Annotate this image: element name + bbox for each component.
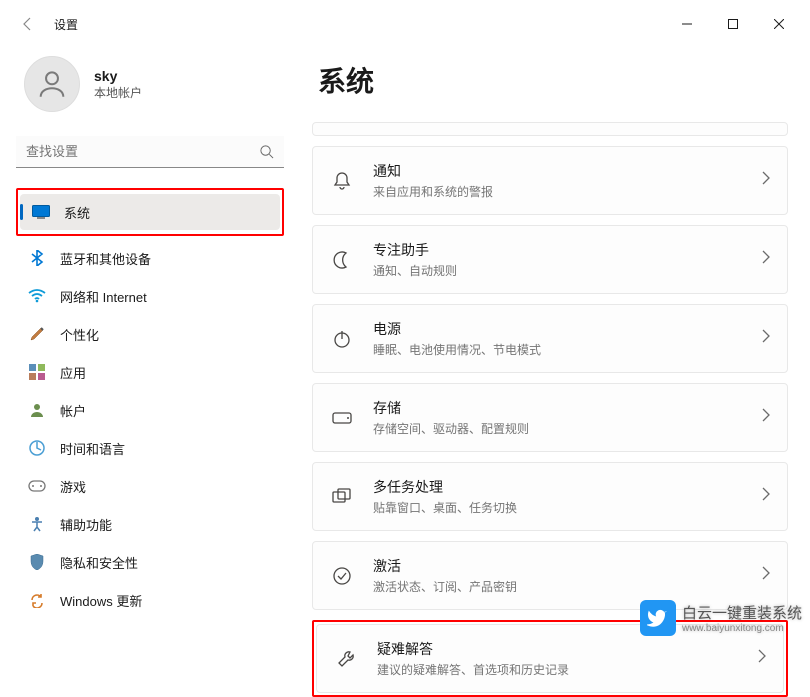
bluetooth-icon — [28, 249, 46, 267]
sidebar-item-label: 个性化 — [60, 325, 99, 344]
sidebar-item-privacy[interactable]: 隐私和安全性 — [16, 544, 284, 580]
close-button[interactable] — [756, 8, 802, 40]
sidebar-item-label: Windows 更新 — [60, 591, 142, 610]
sidebar-item-network[interactable]: 网络和 Internet — [16, 278, 284, 314]
sidebar-item-label: 帐户 — [60, 401, 86, 420]
sidebar-item-label: 时间和语言 — [60, 439, 125, 458]
chevron-right-icon — [761, 171, 771, 190]
update-icon — [28, 591, 46, 609]
wrench-icon — [333, 646, 359, 672]
sidebar-item-personalization[interactable]: 个性化 — [16, 316, 284, 352]
card-title: 存储 — [373, 398, 761, 418]
sidebar-item-time-language[interactable]: 时间和语言 — [16, 430, 284, 466]
search-icon — [259, 144, 274, 164]
avatar — [24, 56, 80, 112]
gamepad-icon — [28, 477, 46, 495]
card-title: 激活 — [373, 556, 761, 576]
sidebar-item-label: 系统 — [64, 203, 90, 222]
chevron-right-icon — [761, 250, 771, 269]
card-subtitle: 存储空间、驱动器、配置规则 — [373, 420, 761, 437]
card-subtitle: 贴靠窗口、桌面、任务切换 — [373, 499, 761, 516]
card-subtitle: 建议的疑难解答、首选项和历史记录 — [377, 661, 757, 678]
watermark-text: 白云一键重装系统 — [682, 602, 802, 623]
page-title: 系统 — [318, 60, 788, 100]
chevron-right-icon — [761, 329, 771, 348]
drive-icon — [329, 405, 355, 431]
window-title: 设置 — [54, 16, 78, 33]
person-icon — [28, 401, 46, 419]
power-icon — [329, 326, 355, 352]
sidebar-item-label: 应用 — [60, 363, 86, 382]
sidebar-item-windows-update[interactable]: Windows 更新 — [16, 582, 284, 618]
sidebar-item-label: 蓝牙和其他设备 — [60, 249, 151, 268]
shield-icon — [28, 553, 46, 571]
accessibility-icon — [28, 515, 46, 533]
brush-icon — [28, 325, 46, 343]
sidebar-item-system[interactable]: 系统 — [20, 194, 280, 230]
minimize-button[interactable] — [664, 8, 710, 40]
apps-icon — [28, 363, 46, 381]
sidebar-item-bluetooth[interactable]: 蓝牙和其他设备 — [16, 240, 284, 276]
back-button[interactable] — [8, 4, 48, 44]
card-title: 专注助手 — [373, 240, 761, 260]
sidebar-item-label: 隐私和安全性 — [60, 553, 138, 572]
card-title: 多任务处理 — [373, 477, 761, 497]
user-type: 本地帐户 — [94, 84, 142, 101]
watermark: 白云一键重装系统 www.baiyunxitong.com — [632, 596, 810, 640]
card-subtitle: 睡眠、电池使用情况、节电模式 — [373, 341, 761, 358]
wifi-icon — [28, 287, 46, 305]
sidebar-item-label: 辅助功能 — [60, 515, 112, 534]
card-partial[interactable] — [312, 122, 788, 136]
chevron-right-icon — [761, 566, 771, 585]
windows-icon — [329, 484, 355, 510]
sidebar-item-label: 游戏 — [60, 477, 86, 496]
user-block[interactable]: sky 本地帐户 — [16, 48, 284, 132]
globe-clock-icon — [28, 439, 46, 457]
card-power[interactable]: 电源 睡眠、电池使用情况、节电模式 — [312, 304, 788, 373]
bird-icon — [640, 600, 676, 636]
card-focus-assist[interactable]: 专注助手 通知、自动规则 — [312, 225, 788, 294]
sidebar-item-accessibility[interactable]: 辅助功能 — [16, 506, 284, 542]
maximize-button[interactable] — [710, 8, 756, 40]
sidebar-item-accounts[interactable]: 帐户 — [16, 392, 284, 428]
card-notifications[interactable]: 通知 来自应用和系统的警报 — [312, 146, 788, 215]
card-subtitle: 激活状态、订阅、产品密钥 — [373, 578, 761, 595]
bell-icon — [329, 168, 355, 194]
card-storage[interactable]: 存储 存储空间、驱动器、配置规则 — [312, 383, 788, 452]
check-circle-icon — [329, 563, 355, 589]
sidebar-item-label: 网络和 Internet — [60, 287, 147, 306]
moon-icon — [329, 247, 355, 273]
card-title: 通知 — [373, 161, 761, 181]
system-icon — [32, 203, 50, 221]
search-input[interactable] — [16, 136, 284, 168]
card-subtitle: 通知、自动规则 — [373, 262, 761, 279]
chevron-right-icon — [757, 649, 767, 668]
card-subtitle: 来自应用和系统的警报 — [373, 183, 761, 200]
card-multitasking[interactable]: 多任务处理 贴靠窗口、桌面、任务切换 — [312, 462, 788, 531]
card-title: 疑难解答 — [377, 639, 757, 659]
chevron-right-icon — [761, 487, 771, 506]
user-name: sky — [94, 68, 142, 84]
watermark-url: www.baiyunxitong.com — [682, 623, 802, 634]
chevron-right-icon — [761, 408, 771, 427]
card-title: 电源 — [373, 319, 761, 339]
sidebar-item-apps[interactable]: 应用 — [16, 354, 284, 390]
sidebar-item-gaming[interactable]: 游戏 — [16, 468, 284, 504]
